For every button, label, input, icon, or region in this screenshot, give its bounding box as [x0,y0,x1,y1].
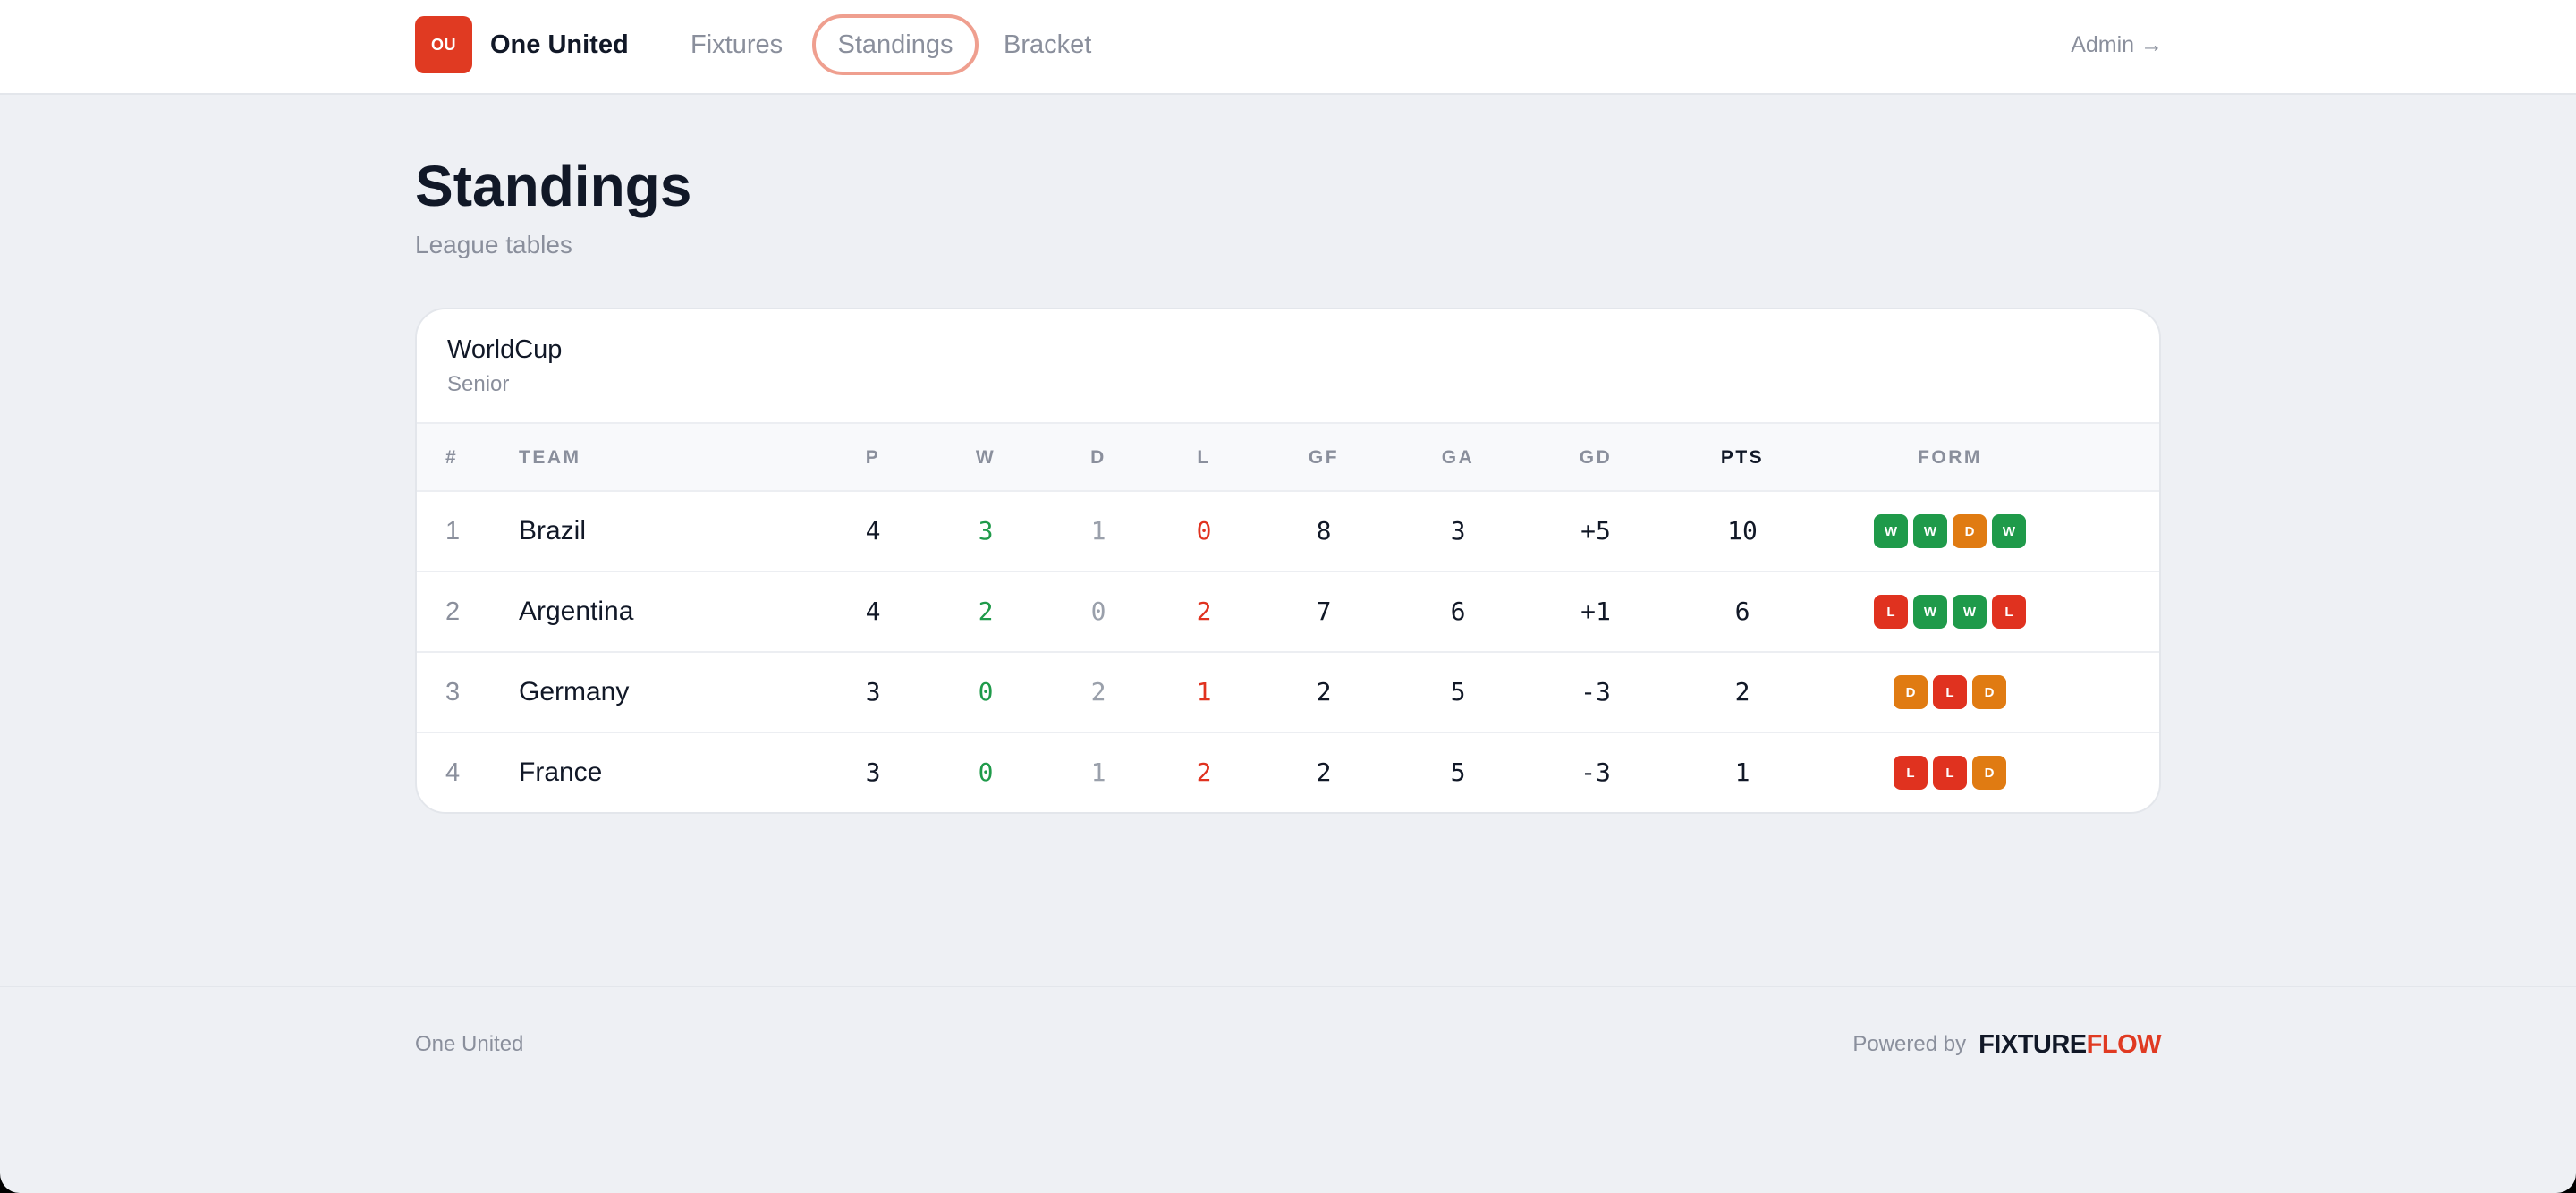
table-row[interactable]: 2 Argentina 4 2 0 2 7 6 +1 6 L W W L [417,572,2159,653]
drawn-cell: 1 [1090,757,1106,787]
won-cell: 2 [978,596,994,626]
form-badge: L [1992,595,2026,629]
played-cell: 4 [865,516,881,546]
fixtureflow-logo-part1: FIXTURE [1979,1029,2087,1059]
goal-difference-cell: +1 [1580,596,1611,626]
table-row[interactable]: 3 Germany 3 0 2 1 2 5 -3 2 D L D [417,653,2159,733]
goal-difference-cell: -3 [1580,757,1611,787]
rank-cell: 4 [445,758,461,787]
lost-cell: 2 [1196,757,1212,787]
drawn-cell: 2 [1090,677,1106,706]
goals-for-cell: 7 [1316,596,1332,626]
lost-cell: 2 [1196,596,1212,626]
league-category: Senior [447,372,510,396]
table-header: # TEAM P W D L GF GA GD PTS FORM [417,422,2159,492]
nav-fixtures[interactable]: Fixtures [691,27,783,63]
goals-for-cell: 8 [1316,516,1332,546]
goals-against-cell: 6 [1450,596,1466,626]
played-cell: 3 [865,757,881,787]
goals-against-cell: 5 [1450,757,1466,787]
form-badge: D [1953,514,1987,548]
team-name[interactable]: Brazil [519,492,787,571]
form-badge: W [1992,514,2026,548]
won-cell: 0 [978,757,994,787]
column-header-won: W [975,447,996,468]
column-header-team: TEAM [519,447,581,468]
column-header-form: FORM [1918,447,1982,468]
form-badge: W [1874,514,1908,548]
form-cell: W W D W [1816,492,2084,571]
drawn-cell: 0 [1090,596,1106,626]
form-badge: L [1933,756,1967,790]
goals-against-cell: 3 [1450,516,1466,546]
fixtureflow-logo-part2: FLOW [2086,1029,2162,1059]
page-subtitle: League tables [415,231,572,258]
form-badge: W [1913,595,1947,629]
standings-card: WorldCup Senior # TEAM P W D L GF GA GD … [415,308,2161,814]
drawn-cell: 1 [1090,516,1106,546]
team-name[interactable]: France [519,733,787,812]
footer: One United Powered by FIXTUREFLOW [0,986,2576,1193]
form-badge: W [1953,595,1987,629]
form-badge: D [1972,756,2006,790]
column-header-goals-for: GF [1308,447,1340,468]
goals-for-cell: 2 [1316,757,1332,787]
column-header-goal-difference: GD [1579,447,1613,468]
footer-brand: One United [415,1032,524,1056]
goal-difference-cell: -3 [1580,677,1611,706]
won-cell: 0 [978,677,994,706]
goals-against-cell: 5 [1450,677,1466,706]
nav-standings[interactable]: Standings [812,14,979,75]
column-header-points: PTS [1720,447,1765,468]
league-name: WorldCup [447,335,563,364]
top-navigation-bar: OU One United Fixtures Standings Bracket… [0,0,2576,95]
form-badge: D [1972,675,2006,709]
rank-cell: 2 [445,597,461,626]
played-cell: 3 [865,677,881,706]
app-screen: OU One United Fixtures Standings Bracket… [0,0,2576,1193]
points-cell: 10 [1727,516,1758,546]
rank-cell: 3 [445,678,461,706]
team-name[interactable]: Argentina [519,572,787,651]
won-cell: 3 [978,516,994,546]
goal-difference-cell: +5 [1580,516,1611,546]
form-badge: L [1894,756,1928,790]
played-cell: 4 [865,596,881,626]
form-cell: L W W L [1816,572,2084,651]
column-header-played: P [865,447,881,468]
logo-badge[interactable]: OU [415,16,472,73]
powered-by-label: Powered by [1852,1032,1967,1056]
powered-by: Powered by FIXTUREFLOW [1852,1027,2161,1062]
table-row[interactable]: 1 Brazil 4 3 1 0 8 3 +5 10 W W D W [417,492,2159,572]
fixtureflow-logo[interactable]: FIXTUREFLOW [1979,1030,2161,1060]
form-badge: L [1933,675,1967,709]
form-cell: L L D [1816,733,2084,812]
form-badge: L [1874,595,1908,629]
rank-cell: 1 [445,517,461,546]
column-header-lost: L [1197,447,1211,468]
column-header-goals-against: GA [1441,447,1475,468]
points-cell: 1 [1734,757,1750,787]
column-header-drawn: D [1090,447,1106,468]
admin-link[interactable]: Admin → [2071,29,2163,61]
table-row[interactable]: 4 France 3 0 1 2 2 5 -3 1 L L D [417,733,2159,812]
points-cell: 2 [1734,677,1750,706]
brand-name[interactable]: One United [490,27,629,63]
nav-bracket[interactable]: Bracket [1004,27,1091,63]
points-cell: 6 [1734,596,1750,626]
goals-for-cell: 2 [1316,677,1332,706]
column-header-rank: # [445,447,459,468]
page-title: Standings [415,154,692,218]
lost-cell: 0 [1196,516,1212,546]
form-badge: W [1913,514,1947,548]
lost-cell: 1 [1196,677,1212,706]
form-cell: D L D [1816,653,2084,732]
form-badge: D [1894,675,1928,709]
team-name[interactable]: Germany [519,653,787,732]
